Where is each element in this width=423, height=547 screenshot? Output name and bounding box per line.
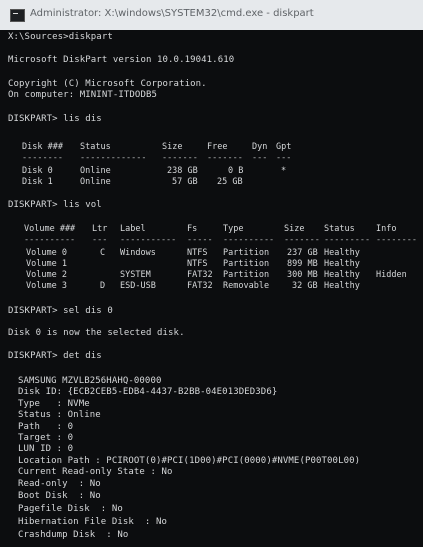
disk-col-separator: ------- <box>207 153 243 163</box>
disk-type: Type : NVMe <box>18 399 90 409</box>
prompt-line: X:\Sources>diskpart <box>8 32 113 42</box>
disk-row-cell: 57 GB <box>172 177 198 187</box>
volume-col-header: Label <box>120 224 146 234</box>
volume-row-cell: C <box>100 248 106 258</box>
version-line: Microsoft DiskPart version 10.0.19041.61… <box>8 55 235 65</box>
volume-row-cell: Removable <box>223 281 270 291</box>
disk-col-header: Dyn <box>252 142 268 152</box>
disk-col-header: Size <box>162 142 183 152</box>
disk-col-separator: -------- <box>22 153 63 163</box>
volume-col-separator: ----------- <box>120 235 177 245</box>
command-lis-dis: DISKPART> lis dis <box>8 114 102 124</box>
selected-disk-message: Disk 0 is now the selected disk. <box>8 328 185 338</box>
disk-location-path: Location Path : PCIROOT(0)#PCI(1D00)#PCI… <box>18 456 361 466</box>
disk-boot: Boot Disk : No <box>18 491 101 501</box>
disk-col-separator: --- <box>276 153 292 163</box>
disk-col-separator: --- <box>252 153 268 163</box>
disk-lun-id: LUN ID : 0 <box>18 444 74 454</box>
volume-row-cell: 32 GB <box>292 281 318 291</box>
disk-row-cell: Online <box>80 177 111 187</box>
command-lis-vol: DISKPART> lis vol <box>8 200 102 210</box>
window-title: Administrator: X:\windows\SYSTEM32\cmd.e… <box>30 8 314 19</box>
disk-col-header: Status <box>80 142 111 152</box>
volume-row-cell: Volume 2 <box>26 270 67 280</box>
disk-pagefile: Pagefile Disk : No <box>18 504 123 514</box>
volume-col-header: Type <box>223 224 244 234</box>
volume-col-header: Volume ### <box>24 224 76 234</box>
console-area[interactable]: X:\Sources>diskpart Microsoft DiskPart v… <box>0 30 423 547</box>
volume-row-cell: Healthy <box>324 248 360 258</box>
disk-col-header: Disk ### <box>22 142 63 152</box>
volume-row-cell: Healthy <box>324 281 360 291</box>
volume-row-cell: 300 MB <box>287 270 318 280</box>
disk-col-header: Gpt <box>276 142 292 152</box>
volume-col-header: Ltr <box>92 224 108 234</box>
disk-col-separator: ------------- <box>80 153 147 163</box>
volume-col-separator: ----- <box>187 235 213 245</box>
disk-target: Target : 0 <box>18 433 74 443</box>
volume-col-header: Fs <box>187 224 198 234</box>
command-sel-dis: DISKPART> sel dis 0 <box>8 306 113 316</box>
disk-path: Path : 0 <box>18 422 74 432</box>
volume-col-header: Size <box>284 224 305 234</box>
volume-row-cell: NTFS <box>187 259 208 269</box>
console-icon <box>10 9 25 22</box>
volume-row-cell: ESD-USB <box>120 281 156 291</box>
copyright-line: Copyright (C) Microsoft Corporation. <box>8 79 207 89</box>
volume-row-cell: Partition <box>223 248 270 258</box>
command-det-dis: DISKPART> det dis <box>8 351 102 361</box>
volume-row-cell: Windows <box>120 248 156 258</box>
volume-row-cell: Volume 0 <box>26 248 67 258</box>
volume-col-separator: -------- <box>376 235 417 245</box>
disk-crashdump: Crashdump Disk : No <box>18 530 129 540</box>
disk-hibernation: Hibernation File Disk : No <box>18 517 167 527</box>
cmd-window: Administrator: X:\windows\SYSTEM32\cmd.e… <box>0 0 423 547</box>
volume-col-separator: ------- <box>284 235 320 245</box>
disk-col-separator: ------- <box>162 153 198 163</box>
volume-col-separator: --- <box>92 235 108 245</box>
disk-status: Status : Online <box>18 410 101 420</box>
volume-row-cell: Partition <box>223 270 270 280</box>
disk-row-cell: Disk 1 <box>22 177 53 187</box>
disk-row-cell: 238 GB <box>167 166 198 176</box>
volume-row-cell: FAT32 <box>187 270 213 280</box>
volume-col-separator: --------- <box>324 235 371 245</box>
volume-row-cell: Volume 3 <box>26 281 67 291</box>
volume-row-cell: FAT32 <box>187 281 213 291</box>
volume-row-cell: Volume 1 <box>26 259 67 269</box>
volume-col-header: Info <box>376 224 397 234</box>
volume-col-separator: ---------- <box>223 235 275 245</box>
disk-row-cell: 0 B <box>228 166 244 176</box>
volume-row-cell: Healthy <box>324 259 360 269</box>
volume-row-cell: Hidden <box>376 270 407 280</box>
disk-current-readonly: Current Read-only State : No <box>18 467 173 477</box>
disk-row-cell: Disk 0 <box>22 166 53 176</box>
disk-col-header: Free <box>207 142 228 152</box>
volume-row-cell: SYSTEM <box>120 270 151 280</box>
volume-row-cell: 899 MB <box>287 259 318 269</box>
volume-col-separator: ---------- <box>24 235 76 245</box>
disk-readonly: Read-only : No <box>18 479 101 489</box>
volume-row-cell: D <box>100 281 106 291</box>
disk-row-cell: Online <box>80 166 111 176</box>
volume-row-cell: Healthy <box>324 270 360 280</box>
disk-model: SAMSUNG MZVLB256HAHQ-00000 <box>18 376 162 386</box>
title-bar[interactable]: Administrator: X:\windows\SYSTEM32\cmd.e… <box>0 0 423 31</box>
computer-line: On computer: MININT-ITDODB5 <box>8 90 157 100</box>
disk-id: Disk ID: {ECB2CEB5-EDB4-4437-B2BB-04E013… <box>18 387 278 397</box>
volume-row-cell: Partition <box>223 259 270 269</box>
volume-col-header: Status <box>324 224 355 234</box>
volume-row-cell: NTFS <box>187 248 208 258</box>
disk-row-cell: 25 GB <box>217 177 243 187</box>
disk-row-cell: * <box>281 166 287 176</box>
volume-row-cell: 237 GB <box>287 248 318 258</box>
